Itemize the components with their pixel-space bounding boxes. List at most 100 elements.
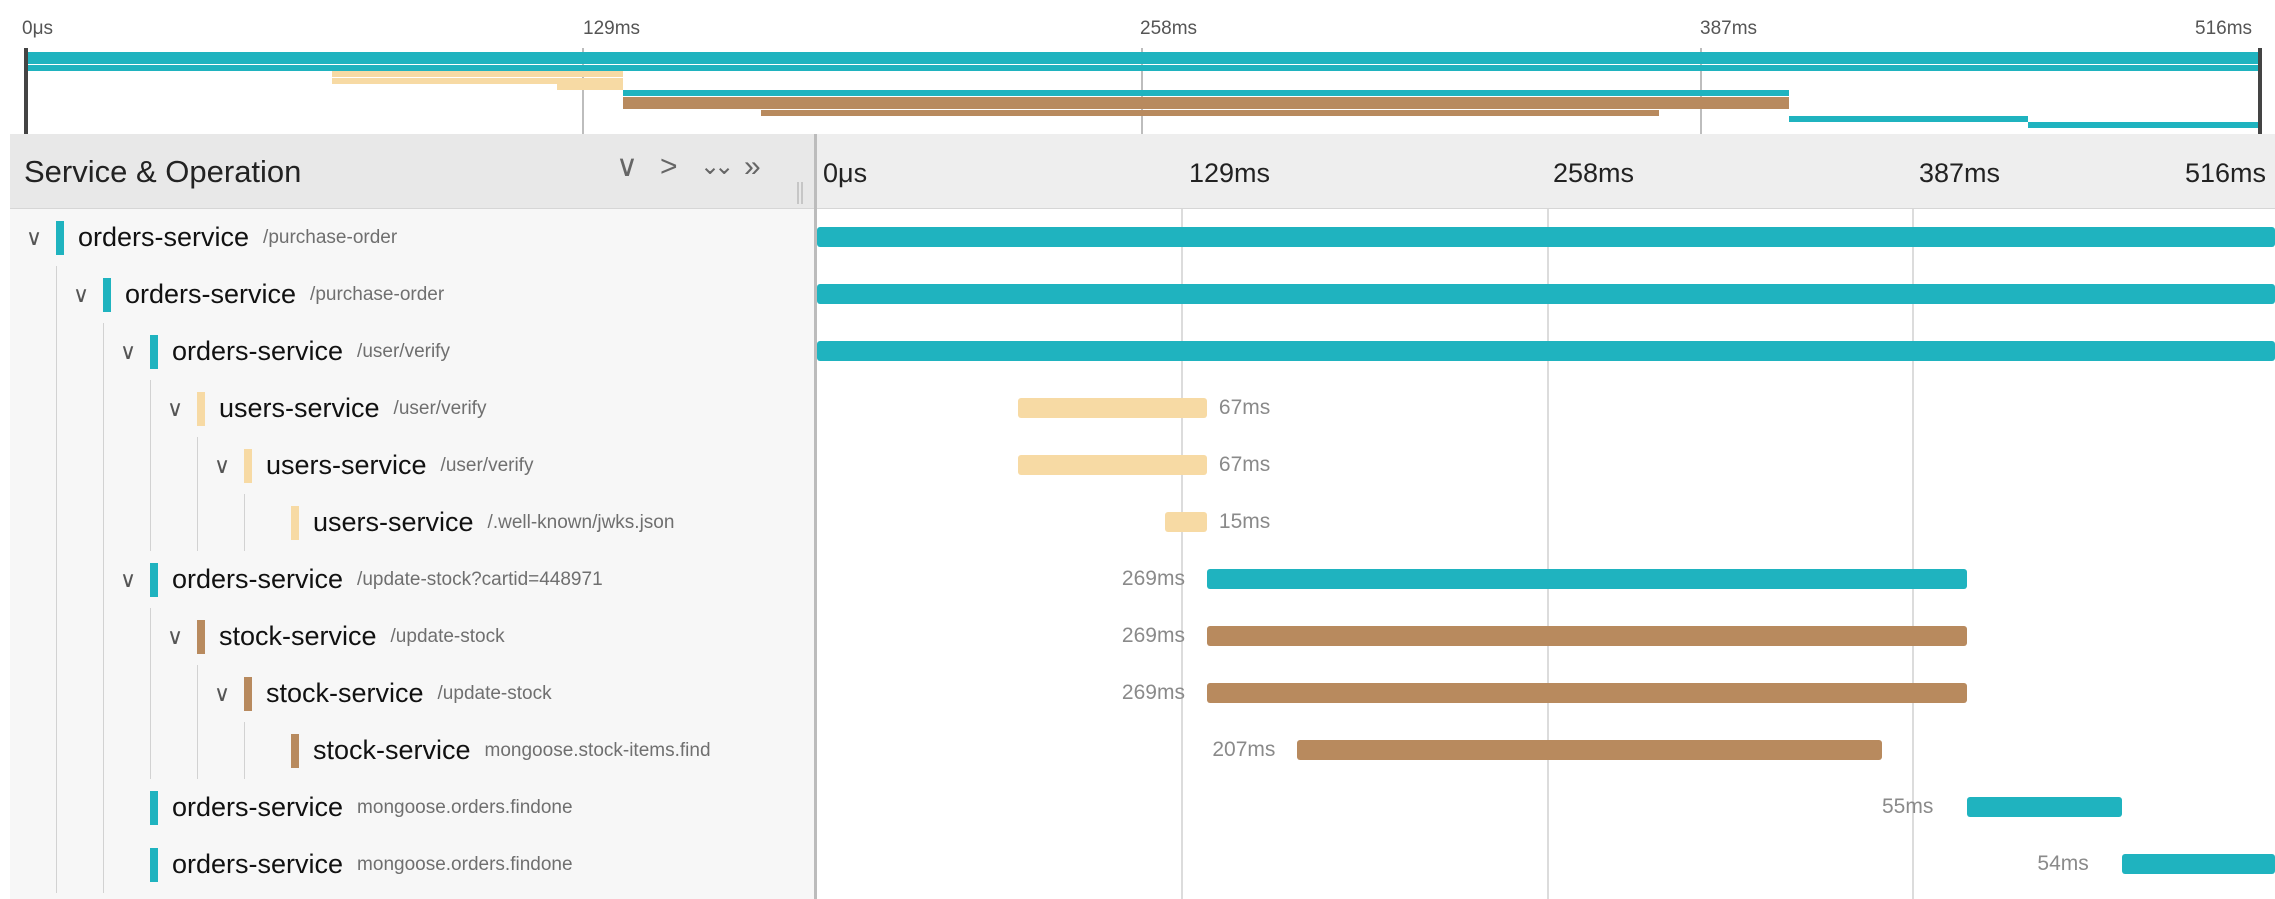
- service-color-marker: [150, 847, 158, 882]
- span-label-group: ∨ orders-service/purchase-order: [69, 266, 444, 323]
- service-color-marker: [103, 277, 111, 312]
- timeline-tick-label: 387ms: [1919, 158, 2001, 188]
- span-list-header: Service & Operation ∨ > ⌄⌄ »: [10, 134, 815, 209]
- span-row[interactable]: ∨ orders-service/update-stock?cartid=4489…: [10, 551, 815, 608]
- span-row[interactable]: ∨ orders-service/purchase-order: [10, 266, 815, 323]
- operation-name: /purchase-order: [310, 283, 445, 305]
- tree-guide-line: [150, 380, 151, 437]
- span-duration-label: 269ms: [1121, 567, 1185, 590]
- span-duration-bar[interactable]: [1017, 398, 1207, 418]
- tree-guide-line: [103, 722, 104, 779]
- expand-toggle-icon[interactable]: ∨: [116, 339, 140, 365]
- span-row[interactable]: orders-service mongoose.orders.findone: [10, 836, 815, 893]
- span-duration-bar[interactable]: [817, 227, 2275, 247]
- trace-minimap[interactable]: 0μs 129ms 258ms 387ms 516ms: [0, 0, 2275, 134]
- tree-guide-line: [56, 722, 57, 779]
- collapse-one-icon[interactable]: ∨: [616, 152, 638, 182]
- span-row[interactable]: ∨ orders-service/user/verify: [10, 323, 815, 380]
- tree-guide-line: [103, 836, 104, 893]
- span-label-group: ∨ users-service/user/verify: [210, 437, 533, 494]
- expand-toggle-icon[interactable]: ∨: [116, 567, 140, 593]
- minimap-viewport-handles[interactable]: [24, 48, 2262, 134]
- tree-guide-line: [103, 608, 104, 665]
- span-duration-bar[interactable]: [1297, 740, 1883, 760]
- service-color-marker: [244, 448, 252, 483]
- span-row[interactable]: orders-service mongoose.orders.findone: [10, 779, 815, 836]
- service-name: orders-service: [78, 222, 250, 252]
- operation-name: /update-stock?cartid=448971: [357, 568, 603, 590]
- span-duration-bar[interactable]: [817, 341, 2275, 361]
- tree-guide-line: [150, 608, 151, 665]
- span-label-group: orders-service mongoose.orders.findone: [116, 779, 573, 836]
- service-color-marker: [244, 676, 252, 711]
- span-row[interactable]: ∨ stock-service/update-stock: [10, 665, 815, 722]
- column-resize-grip[interactable]: [797, 182, 803, 204]
- span-duration-label: 269ms: [1121, 624, 1185, 647]
- service-name: users-service: [219, 393, 380, 423]
- service-color-marker: [56, 220, 64, 255]
- tree-guide-line: [150, 722, 151, 779]
- tree-guide-line: [56, 665, 57, 722]
- span-label-group: users-service /.well-known/jwks.json: [257, 494, 674, 551]
- span-row[interactable]: ∨ users-service/user/verify: [10, 437, 815, 494]
- tree-guide-line: [56, 608, 57, 665]
- service-color-marker: [291, 505, 299, 540]
- expand-toggle-icon[interactable]: ∨: [210, 453, 234, 479]
- span-row[interactable]: users-service /.well-known/jwks.json: [10, 494, 815, 551]
- span-duration-label: 67ms: [1218, 453, 1271, 476]
- span-duration-bar[interactable]: [1206, 569, 1967, 589]
- expand-toggle-icon[interactable]: ∨: [163, 396, 187, 422]
- tree-guide-line: [244, 494, 245, 551]
- span-row[interactable]: ∨ users-service/user/verify: [10, 380, 815, 437]
- operation-name: /update-stock: [437, 682, 552, 704]
- tree-guide-line: [103, 380, 104, 437]
- minimap-tick-label: 258ms: [1140, 18, 1198, 39]
- span-duration-bar[interactable]: [817, 284, 2275, 304]
- span-row[interactable]: ∨ stock-service/update-stock: [10, 608, 815, 665]
- header-title: Service & Operation: [24, 154, 302, 189]
- service-name: orders-service: [172, 336, 344, 366]
- expand-toggle-icon[interactable]: ∨: [163, 624, 187, 650]
- expand-toggle-icon[interactable]: ∨: [22, 225, 46, 251]
- span-duration-label: 55ms: [1882, 795, 1934, 818]
- span-label-group: ∨ stock-service/update-stock: [163, 608, 505, 665]
- tree-guide-line: [56, 836, 57, 893]
- span-duration-bar[interactable]: [1967, 797, 2123, 817]
- tree-guide-line: [56, 551, 57, 608]
- timeline-header: 0μs 129ms 258ms 387ms 516ms: [815, 134, 2275, 209]
- span-duration-bar[interactable]: [1164, 512, 1207, 532]
- span-label-group: ∨ orders-service/purchase-order: [22, 209, 397, 266]
- expand-toggle-icon[interactable]: ∨: [210, 681, 234, 707]
- span-label-group: ∨ stock-service/update-stock: [210, 665, 552, 722]
- tree-guide-line: [103, 551, 104, 608]
- span-label-group: stock-service mongoose.stock-items.find: [257, 722, 711, 779]
- span-row[interactable]: stock-service mongoose.stock-items.find: [10, 722, 815, 779]
- span-label-group: ∨ users-service/user/verify: [163, 380, 486, 437]
- collapse-all-icon[interactable]: ⌄⌄: [700, 152, 734, 182]
- minimap-tick-label: 0μs: [22, 18, 54, 39]
- tree-guide-line: [103, 323, 104, 380]
- service-color-marker: [197, 391, 205, 426]
- tree-guide-line: [56, 494, 57, 551]
- span-duration-bar[interactable]: [1206, 683, 1967, 703]
- tree-guide-line: [56, 779, 57, 836]
- timeline-tick-label: 516ms: [2185, 158, 2267, 188]
- expand-toggle-icon[interactable]: ∨: [69, 282, 93, 308]
- expand-one-icon[interactable]: >: [660, 152, 678, 182]
- span-duration-bar[interactable]: [1017, 455, 1207, 475]
- tree-guide-line: [56, 266, 57, 323]
- service-name: orders-service: [172, 849, 344, 879]
- minimap-tick-label: 387ms: [1700, 18, 1758, 39]
- service-name: orders-service: [125, 279, 297, 309]
- service-name: orders-service: [172, 792, 344, 822]
- span-duration-bar[interactable]: [2122, 854, 2275, 874]
- service-name: users-service: [266, 450, 427, 480]
- tree-guide-line: [197, 437, 198, 494]
- span-row[interactable]: ∨ orders-service/purchase-order: [10, 209, 815, 266]
- minimap-tick-label: 516ms: [2195, 18, 2253, 39]
- span-duration-bar[interactable]: [1206, 626, 1967, 646]
- expand-all-icon[interactable]: »: [744, 152, 761, 182]
- span-label-group: orders-service mongoose.orders.findone: [116, 836, 573, 893]
- service-name: stock-service: [313, 735, 471, 765]
- span-duration-label: 269ms: [1121, 681, 1185, 704]
